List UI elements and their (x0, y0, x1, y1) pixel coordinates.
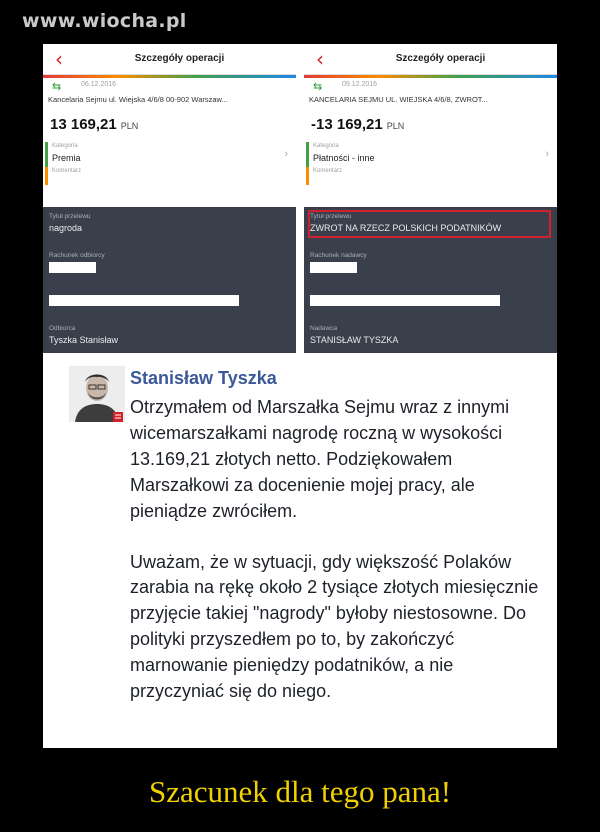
transfer-arrow-icon: ⇆ (313, 81, 323, 93)
date-line: ⇆ 09.12.2016 (304, 78, 557, 95)
redacted-box (310, 295, 500, 306)
facebook-post: Stanisław Tyszka Otrzymałem od Marszałka… (43, 353, 557, 748)
recipient-field: Odbiorca Tyszka Stanisław (49, 325, 118, 345)
amount-row: -13 169,21 PLN (304, 112, 557, 142)
amount-value: 13 169,21 PLN (50, 116, 139, 133)
comment-row[interactable]: Komentarz (306, 167, 557, 185)
currency: PLN (386, 121, 405, 131)
panel-header: ‹ Szczegóły operacji (43, 44, 296, 75)
transfer-title-label: Tytuł przelewu (49, 213, 91, 220)
avatar[interactable] (69, 366, 125, 422)
post-paragraph: Uważam, że w sytuacji, gdy większość Pol… (130, 551, 539, 702)
operation-date: 06.12.2016 (81, 81, 117, 88)
post-author[interactable]: Stanisław Tyszka (130, 368, 277, 389)
details-section: Tytuł przelewu nagroda Rachunek odbiorcy… (43, 207, 296, 353)
chevron-right-icon: › (284, 148, 288, 160)
comment-label: Komentarz (313, 168, 343, 174)
watermark: www.wiocha.pl (22, 10, 187, 32)
account-field: Rachunek nadawcy (310, 252, 367, 259)
panel-title: Szczegóły operacji (134, 53, 225, 64)
category-row[interactable]: Kategoria Premia › (45, 142, 296, 167)
transfer-title-value: ZWROT NA RZECZ POLSKICH PODATNIKÓW (310, 223, 502, 233)
transaction-panel-left: ‹ Szczegóły operacji ⇆ 06.12.2016 Kancel… (43, 44, 296, 353)
account-label: Rachunek odbiorcy (49, 252, 105, 259)
transfer-arrow-icon: ⇆ (52, 81, 62, 93)
post-body: Otrzymałem od Marszałka Sejmu wraz z inn… (130, 395, 545, 705)
redacted-box (49, 262, 96, 273)
panel-title: Szczegóły operacji (395, 53, 486, 64)
post-paragraph: Otrzymałem od Marszałka Sejmu wraz z inn… (130, 397, 510, 521)
sender-label: Nadawca (310, 325, 338, 332)
sender-field: Nadawca STANISŁAW TYSZKA (310, 325, 398, 345)
account-field: Rachunek odbiorcy (49, 252, 105, 259)
transaction-panel-right: ‹ Szczegóły operacji ⇆ 09.12.2016 KANCEL… (304, 44, 557, 353)
sender-value: STANISŁAW TYSZKA (310, 335, 399, 345)
transfer-title-value: nagroda (49, 223, 83, 233)
transfer-title-label: Tytuł przelewu (310, 213, 352, 220)
account-label: Rachunek nadawcy (310, 252, 367, 259)
operation-description: Kancelaria Sejmu ul. Wiejska 4/6/8 00-90… (48, 95, 228, 104)
currency: PLN (120, 121, 139, 131)
category-label: Kategoria (313, 143, 339, 149)
recipient-label: Odbiorca (49, 325, 76, 332)
amount-value: -13 169,21 PLN (311, 116, 405, 133)
meme-frame: ‹ Szczegóły operacji ⇆ 06.12.2016 Kancel… (43, 44, 557, 748)
transfer-title-field: Tytuł przelewu nagroda (49, 213, 91, 233)
meme-caption: Szacunek dla tego pana! (148, 774, 452, 809)
chevron-right-icon: › (545, 148, 549, 160)
category-row[interactable]: Kategoria Płatności - inne › (306, 142, 557, 167)
details-section: Tytuł przelewu ZWROT NA RZECZ POLSKICH P… (304, 207, 557, 353)
panel-header: ‹ Szczegóły operacji (304, 44, 557, 75)
category-value: Premia (52, 153, 81, 163)
transfer-title-field: Tytuł przelewu ZWROT NA RZECZ POLSKICH P… (310, 213, 501, 233)
comment-row[interactable]: Komentarz (45, 167, 296, 185)
date-line: ⇆ 06.12.2016 (43, 78, 296, 95)
operation-description: KANCELARIA SEJMU UL. WIEJSKA 4/6/8, ZWRO… (309, 95, 488, 104)
operation-date: 09.12.2016 (342, 81, 378, 88)
category-value: Płatności - inne (313, 153, 375, 163)
comment-label: Komentarz (52, 168, 82, 174)
amount-row: 13 169,21 PLN (43, 112, 296, 142)
redacted-box (49, 295, 239, 306)
redacted-box (310, 262, 357, 273)
category-label: Kategoria (52, 143, 78, 149)
recipient-value: Tyszka Stanisław (49, 335, 119, 345)
profile-photo-icon (69, 366, 125, 422)
